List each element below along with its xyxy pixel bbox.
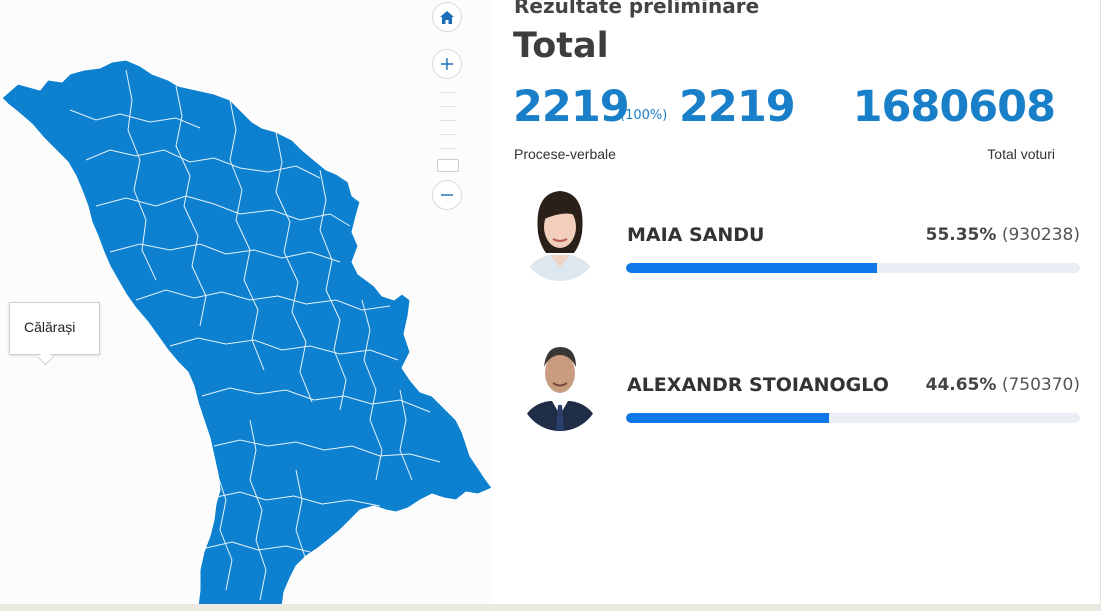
candidate-percent: 55.35%	[925, 225, 997, 245]
candidate-progress-track	[626, 263, 1080, 273]
pv-total-number: 2219	[679, 82, 796, 132]
candidate-avatar	[520, 183, 600, 281]
candidate-result: 44.65% (750370)	[926, 375, 1080, 395]
zoom-out-button[interactable]	[432, 180, 462, 210]
candidate-progress-fill	[626, 413, 829, 423]
map-home-button[interactable]	[432, 2, 462, 32]
zoom-level-tick[interactable]	[440, 120, 456, 121]
pv-caption: Procese-verbale	[514, 146, 616, 162]
candidate-votes: (930238)	[1001, 225, 1080, 245]
candidate-photo-icon	[520, 333, 600, 431]
total-votes-caption: Total voturi	[987, 146, 1055, 162]
candidate-row[interactable]: ALEXANDR STOIANOGLO 44.65% (750370)	[520, 333, 1080, 433]
candidate-percent: 44.65%	[925, 375, 997, 395]
zoom-slider-handle[interactable]	[437, 159, 459, 172]
candidate-progress-track	[626, 413, 1080, 423]
pv-counted-number: 2219	[513, 82, 630, 132]
map-panel: Călărași	[0, 0, 492, 607]
zoom-level-tick[interactable]	[440, 106, 456, 107]
total-votes-number: 1680608	[852, 82, 1056, 132]
pv-percent: (100%)	[620, 108, 668, 123]
map-zoom-controls	[432, 0, 464, 215]
home-icon	[440, 10, 454, 24]
candidate-result: 55.35% (930238)	[926, 225, 1080, 245]
map-tooltip: Călărași	[9, 302, 100, 355]
zoom-in-icon	[441, 58, 453, 70]
bottom-strip	[0, 604, 1101, 611]
zoom-level-tick[interactable]	[440, 92, 456, 93]
candidate-row[interactable]: MAIA SANDU 55.35% (930238)	[520, 183, 1080, 283]
zoom-out-icon	[441, 194, 453, 196]
tooltip-label: Călărași	[24, 319, 76, 335]
candidate-name: MAIA SANDU	[627, 224, 765, 246]
candidate-photo-icon	[520, 183, 600, 281]
results-subtitle: Rezultate preliminare	[514, 0, 760, 18]
candidate-avatar	[520, 333, 600, 431]
zoom-level-tick[interactable]	[440, 148, 456, 149]
candidate-name: ALEXANDR STOIANOGLO	[627, 374, 889, 396]
candidate-progress-fill	[626, 263, 878, 273]
zoom-in-button[interactable]	[432, 49, 462, 79]
candidate-votes: (750370)	[1001, 375, 1080, 395]
results-title: Total	[513, 26, 609, 66]
zoom-level-tick[interactable]	[440, 134, 456, 135]
